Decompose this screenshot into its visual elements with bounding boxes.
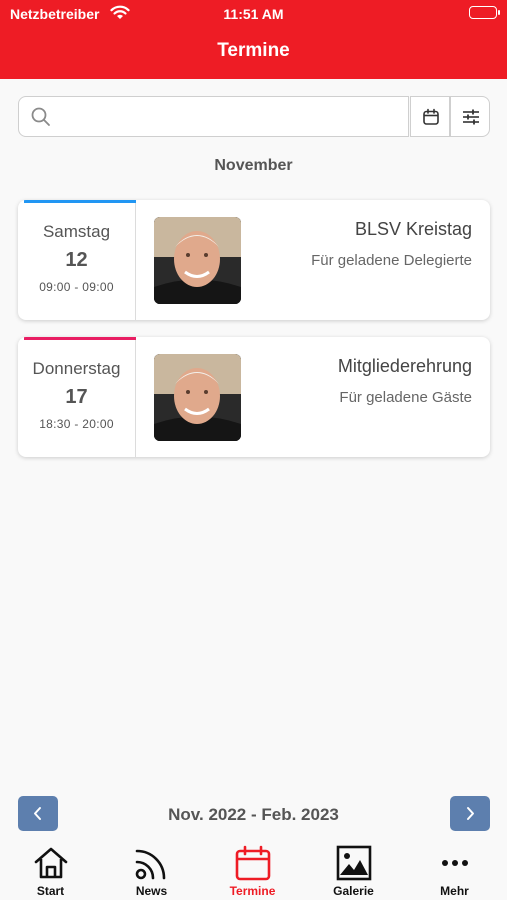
event-card[interactable]: Donnerstag 17 18:30 - 20:00 Mitgliedereh… [18,337,490,457]
more-icon [442,860,468,866]
tab-galerie[interactable]: Galerie [303,838,404,900]
tab-start[interactable]: Start [0,838,101,900]
event-date: Samstag 12 09:00 - 09:00 [18,200,136,320]
calendar-icon [423,108,439,125]
event-title: Mitgliederehrung [337,356,472,376]
event-time: 09:00 - 09:00 [39,280,114,294]
month-header: November [214,157,293,174]
clock: 11:51 AM [223,6,284,22]
event-subtitle: Für geladene Delegierte [311,252,472,269]
page-title: Termine [217,40,290,61]
tab-mehr[interactable]: Mehr [404,838,505,900]
event-card[interactable]: Samstag 12 09:00 - 09:00 BLSV Kreistag F… [18,200,490,320]
tab-news[interactable]: News [101,838,202,900]
event-date: Donnerstag 17 18:30 - 20:00 [18,337,136,457]
event-weekday: Samstag [42,222,111,241]
status-bar: Netzbetreiber 11:51 AM [0,0,507,28]
tab-label: Termine [229,884,276,898]
header-bar: Netzbetreiber 11:51 AM Termine [0,0,507,79]
image-icon [336,845,372,881]
tab-label: News [135,884,168,898]
event-photo [154,217,241,304]
event-title: BLSV Kreistag [354,219,472,239]
search-field[interactable] [18,96,409,137]
tab-termine[interactable]: Termine [202,838,303,900]
event-time: 18:30 - 20:00 [39,417,114,431]
tab-bar: Start News Termine Galerie Mehr [0,838,507,900]
filter-button[interactable] [450,96,490,137]
tab-label: Galerie [333,884,374,898]
search-input[interactable] [61,103,401,131]
sliders-icon [463,109,479,125]
tab-label: Mehr [440,884,469,898]
event-accent-bar [24,337,136,340]
battery-icon [469,6,500,19]
search-icon [31,107,51,132]
home-icon [34,847,68,879]
tab-label: Start [36,884,65,898]
calendar-view-button[interactable] [410,96,450,137]
event-day: 17 [65,386,88,408]
chevron-right-icon [467,807,474,820]
event-photo [154,354,241,441]
calendar-icon [235,845,271,881]
event-accent-bar [24,200,136,203]
event-day: 12 [65,249,88,271]
event-subtitle: Für geladene Gäste [339,389,472,406]
date-range-label: Nov. 2022 - Feb. 2023 [168,805,339,824]
event-weekday: Donnerstag [32,359,121,378]
rss-icon [135,849,166,880]
next-period-button[interactable] [450,796,490,831]
